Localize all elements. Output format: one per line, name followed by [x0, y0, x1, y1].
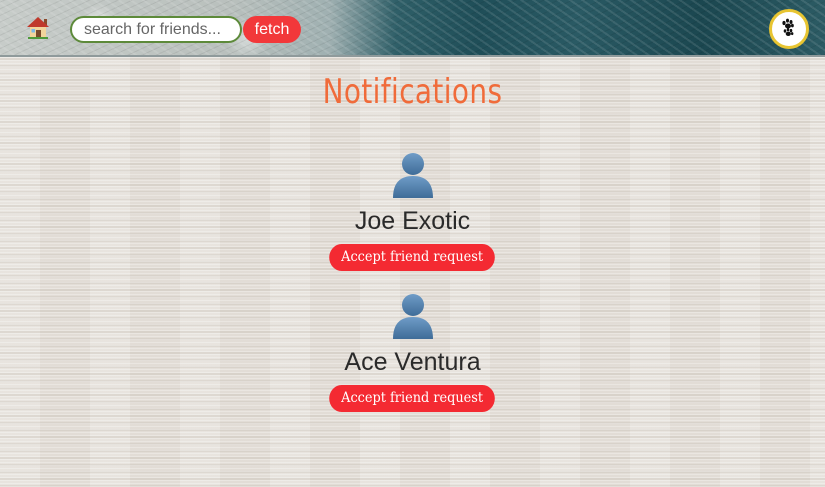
accept-friend-request-button[interactable]: Accept friend request — [329, 385, 496, 412]
house-icon[interactable] — [25, 15, 51, 41]
friend-request-card: Joe Exotic Accept friend request — [0, 148, 825, 271]
user-silhouette-icon — [0, 289, 825, 341]
search-input[interactable] — [70, 16, 242, 43]
top-navigation-bar: fetch — [0, 0, 825, 57]
fetch-button[interactable]: fetch — [243, 16, 301, 43]
page-title: Notifications — [322, 72, 503, 112]
profile-button[interactable] — [769, 9, 809, 49]
user-silhouette-icon — [0, 148, 825, 200]
paw-prints-icon — [776, 14, 802, 45]
accept-friend-request-button[interactable]: Accept friend request — [329, 244, 496, 271]
friend-request-card: Ace Ventura Accept friend request — [0, 289, 825, 412]
friend-name: Joe Exotic — [354, 207, 471, 235]
friend-name: Ace Ventura — [344, 348, 481, 376]
